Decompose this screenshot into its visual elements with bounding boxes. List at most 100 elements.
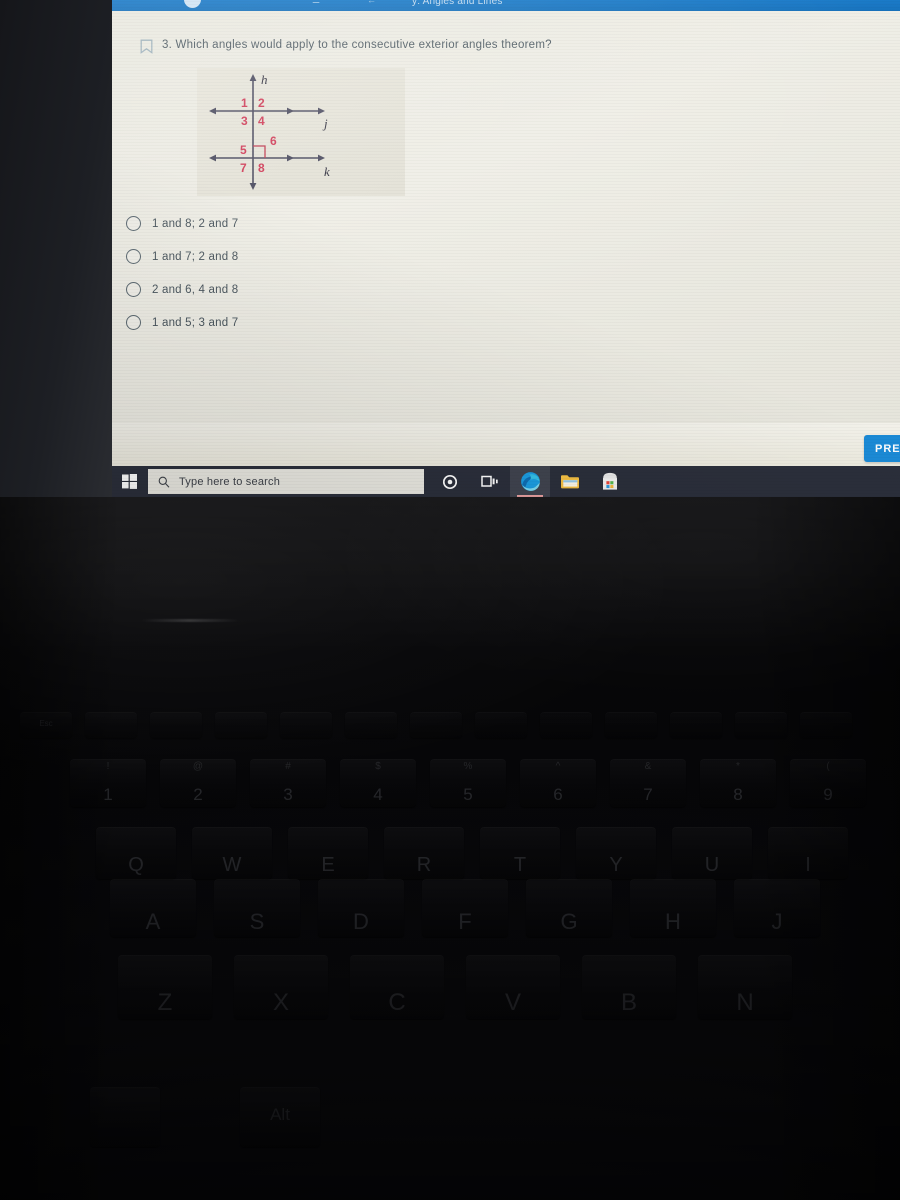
key-g[interactable]: G — [526, 879, 612, 937]
key-esc[interactable]: Esc — [20, 712, 72, 738]
angle-4: 4 — [258, 114, 265, 128]
microsoft-edge-icon[interactable] — [510, 466, 550, 497]
key-fn12[interactable] — [800, 712, 852, 738]
key-label: 4 — [373, 785, 383, 804]
key-label: 6 — [553, 785, 563, 804]
key-8[interactable]: * 8 — [700, 759, 776, 807]
key-fn6[interactable] — [410, 712, 462, 738]
parallel-line-j — [209, 107, 325, 115]
key-c[interactable]: C — [350, 955, 444, 1019]
key-t[interactable]: T — [480, 827, 560, 879]
quiz-footer-strip — [112, 423, 900, 466]
key-z[interactable]: Z — [118, 955, 212, 1019]
key-label: X — [272, 989, 289, 1016]
key-b[interactable]: B — [582, 955, 676, 1019]
microsoft-store-icon[interactable] — [590, 466, 630, 497]
key-5[interactable]: % 5 — [430, 759, 506, 807]
key-sup-label: ! — [106, 761, 110, 772]
previous-button[interactable]: PRE — [864, 435, 900, 462]
key-a[interactable]: A — [110, 879, 196, 937]
key-u[interactable]: U — [672, 827, 752, 879]
bookmark-icon[interactable] — [140, 39, 153, 54]
option-label-c: 2 and 6, 4 and 8 — [152, 283, 239, 296]
option-row-b[interactable]: 1 and 7; 2 and 8 — [126, 240, 546, 273]
key-label: E — [321, 854, 335, 876]
key-6[interactable]: ^ 6 — [520, 759, 596, 807]
angles-diagram: 1 2 3 4 5 6 7 8 h j k — [197, 68, 405, 196]
key-label: 9 — [823, 785, 833, 804]
cortana-icon[interactable] — [430, 466, 470, 497]
radio-option-b[interactable] — [126, 249, 141, 264]
task-view-icon[interactable] — [470, 466, 510, 497]
key-x[interactable]: X — [234, 955, 328, 1019]
key-ctrl[interactable] — [90, 1087, 160, 1147]
file-explorer-icon[interactable] — [550, 466, 590, 497]
keyboard-row-z: Z X C V BN — [118, 955, 814, 1019]
key-label: A — [145, 909, 161, 934]
menu-icon[interactable]: ☰ — [312, 0, 320, 6]
key-n[interactable]: N — [698, 955, 792, 1019]
key-r[interactable]: R — [384, 827, 464, 879]
key-alt[interactable]: Alt — [240, 1087, 320, 1147]
right-angle-marker — [253, 145, 266, 158]
taskbar-search-box[interactable]: Type here to search — [148, 469, 424, 494]
key-2[interactable]: @2 — [160, 759, 236, 807]
key-w[interactable]: W — [192, 827, 272, 879]
answer-options-list: 1 and 8; 2 and 7 1 and 7; 2 and 8 2 and … — [126, 207, 546, 339]
label-h: h — [261, 72, 268, 87]
option-row-c[interactable]: 2 and 6, 4 and 8 — [126, 273, 546, 306]
key-label: 2 — [193, 785, 203, 804]
key-fn3[interactable] — [215, 712, 267, 738]
radio-option-c[interactable] — [126, 282, 141, 297]
windows-taskbar: Type here to search — [112, 466, 900, 497]
key-fn7[interactable] — [475, 712, 527, 738]
key-label: R — [416, 854, 432, 876]
key-label: V — [504, 989, 521, 1016]
key-h[interactable]: H — [630, 879, 716, 937]
back-icon[interactable]: ← — [367, 0, 376, 5]
key-d[interactable]: D — [318, 879, 404, 937]
key-label: F — [458, 909, 472, 934]
key-fn4[interactable] — [280, 712, 332, 738]
option-label-b: 1 and 7; 2 and 8 — [152, 250, 239, 263]
option-row-d[interactable]: 1 and 5; 3 and 7 — [126, 306, 546, 339]
key-label: 5 — [463, 785, 473, 804]
key-fn8[interactable] — [540, 712, 592, 738]
key-fn2[interactable] — [150, 712, 202, 738]
key-7[interactable]: & 7 — [610, 759, 686, 807]
key-j[interactable]: J — [734, 879, 820, 937]
key-3[interactable]: #3 — [250, 759, 326, 807]
laptop-screen: ☰ ← y: Angles and Lines 3. Which angles … — [112, 0, 900, 497]
key-fn5[interactable] — [345, 712, 397, 738]
key-fn10[interactable] — [670, 712, 722, 738]
key-fn11[interactable] — [735, 712, 787, 738]
key-e[interactable]: E — [288, 827, 368, 879]
search-input[interactable]: Type here to search — [179, 476, 280, 488]
key-fn1[interactable] — [85, 712, 137, 738]
key-i[interactable]: I — [768, 827, 848, 879]
key-f[interactable]: F — [422, 879, 508, 937]
taskbar-app-icons — [430, 466, 630, 497]
key-label: 7 — [643, 785, 653, 804]
laptop-hinge — [140, 619, 240, 622]
option-row-a[interactable]: 1 and 8; 2 and 7 — [126, 207, 546, 240]
radio-option-d[interactable] — [126, 315, 141, 330]
laptop-photo: ☰ ← y: Angles and Lines 3. Which angles … — [0, 0, 900, 1200]
key-sup-label: # — [285, 761, 291, 772]
key-9[interactable]: (9 — [790, 759, 866, 807]
search-icon — [158, 476, 170, 488]
radio-option-a[interactable] — [126, 216, 141, 231]
key-v[interactable]: V — [466, 955, 560, 1019]
question-text: 3. Which angles would apply to the conse… — [162, 39, 552, 51]
key-1[interactable]: ! 1 — [70, 759, 146, 807]
windows-start-icon[interactable] — [112, 466, 146, 497]
key-q[interactable]: Q — [96, 827, 176, 879]
key-label: G — [560, 909, 578, 934]
key-fn9[interactable] — [605, 712, 657, 738]
key-s[interactable]: S — [214, 879, 300, 937]
keyboard-row-a: A SD F G HJ — [110, 879, 838, 937]
key-sup-label: ( — [826, 761, 830, 772]
keyboard-number-row: ! 1 @2 #3 $4 % 5 ^ 6 & 7 * 8 (9 — [70, 759, 880, 807]
key-4[interactable]: $4 — [340, 759, 416, 807]
key-y[interactable]: Y — [576, 827, 656, 879]
